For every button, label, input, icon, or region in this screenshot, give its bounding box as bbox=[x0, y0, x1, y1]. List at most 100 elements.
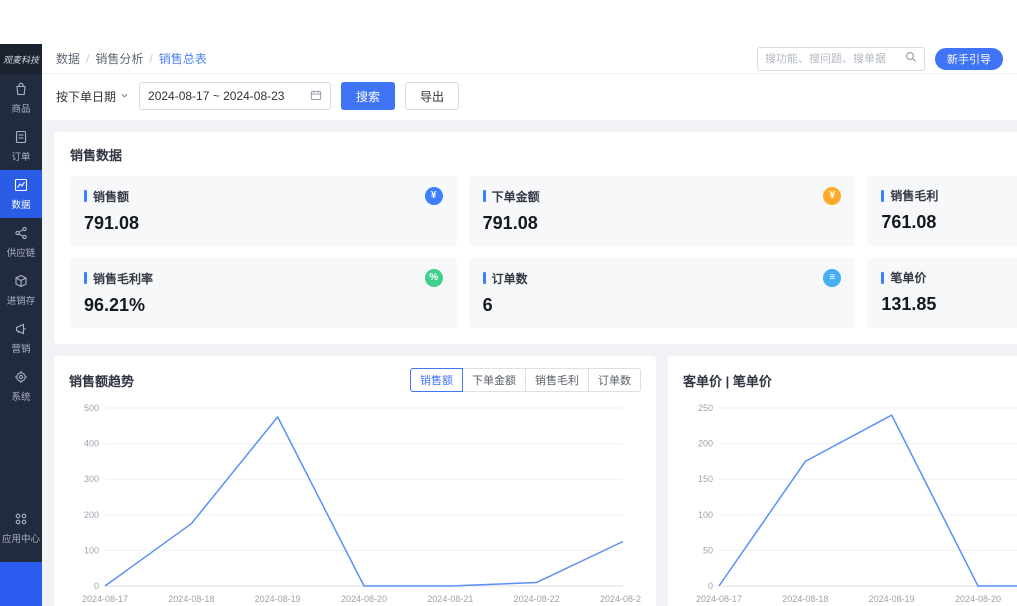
sidebar-item-label: 营销 bbox=[12, 340, 31, 354]
stat-value: 791.08 bbox=[483, 213, 842, 234]
svg-text:2024-08-18: 2024-08-18 bbox=[782, 594, 828, 604]
trend-metric-tabs: 销售额 下单金额 销售毛利 订单数 bbox=[410, 368, 641, 392]
svg-text:300: 300 bbox=[84, 474, 99, 484]
stat-label: 销售额 bbox=[93, 188, 129, 205]
date-type-label: 按下单日期 bbox=[56, 88, 116, 105]
sidebar-item-label: 商品 bbox=[12, 100, 31, 114]
sidebar-item-orders[interactable]: 订单 bbox=[0, 122, 42, 170]
search-icon[interactable] bbox=[905, 51, 917, 66]
top-bar: 数据 / 销售分析 / 销售总表 新手引导 bbox=[42, 44, 1017, 74]
svg-text:2024-08-21: 2024-08-21 bbox=[427, 594, 473, 604]
export-button[interactable]: 导出 bbox=[405, 82, 459, 110]
tab-gross-profit[interactable]: 销售毛利 bbox=[525, 368, 589, 392]
stat-label: 销售毛利率 bbox=[93, 270, 153, 287]
accent-bar bbox=[881, 190, 884, 202]
tab-order-amount[interactable]: 下单金额 bbox=[462, 368, 526, 392]
goods-icon bbox=[13, 81, 29, 97]
tab-order-count[interactable]: 订单数 bbox=[588, 368, 641, 392]
svg-text:400: 400 bbox=[84, 439, 99, 449]
search-button[interactable]: 搜索 bbox=[341, 82, 395, 110]
sidebar-item-label: 供应链 bbox=[7, 244, 36, 258]
search-input[interactable] bbox=[765, 53, 905, 65]
stat-value: 6 bbox=[483, 295, 842, 316]
svg-text:250: 250 bbox=[698, 403, 713, 413]
sidebar-item-label: 系统 bbox=[12, 388, 31, 402]
chevron-down-icon bbox=[120, 89, 129, 103]
top-blank-band bbox=[0, 0, 1017, 44]
breadcrumb-separator: / bbox=[149, 52, 152, 66]
stat-label: 下单金额 bbox=[492, 188, 540, 205]
svg-text:2024-08-18: 2024-08-18 bbox=[168, 594, 214, 604]
svg-text:50: 50 bbox=[703, 545, 713, 555]
sidebar-item-app-center[interactable]: 应用中心 bbox=[0, 504, 42, 552]
svg-text:200: 200 bbox=[84, 510, 99, 520]
system-gear-icon bbox=[13, 369, 29, 385]
date-type-select[interactable]: 按下单日期 bbox=[56, 88, 129, 105]
calendar-icon bbox=[310, 89, 322, 104]
app-center-icon bbox=[13, 511, 29, 527]
date-range-input[interactable]: 2024-08-17 ~ 2024-08-23 bbox=[139, 82, 331, 110]
svg-text:2024-08-19: 2024-08-19 bbox=[869, 594, 915, 604]
percent-icon: % bbox=[425, 269, 443, 287]
stats-title: 销售数据 bbox=[70, 145, 1017, 164]
sidebar-item-label: 订单 bbox=[12, 148, 31, 162]
sales-data-card: 销售数据 销售额 ¥ 791.08 下单金额 bbox=[54, 132, 1017, 344]
sidebar-item-inventory[interactable]: 进销存 bbox=[0, 266, 42, 314]
svg-text:200: 200 bbox=[698, 439, 713, 449]
svg-text:2024-08-19: 2024-08-19 bbox=[255, 594, 301, 604]
sidebar-item-data[interactable]: 数据 bbox=[0, 170, 42, 218]
accent-bar bbox=[483, 272, 486, 284]
accent-bar bbox=[84, 272, 87, 284]
orders-icon bbox=[13, 129, 29, 145]
svg-text:150: 150 bbox=[698, 474, 713, 484]
stat-value: 131.85 bbox=[881, 294, 1017, 315]
stat-card-order-amount: 下单金额 ¥ 791.08 bbox=[469, 176, 856, 246]
svg-text:2024-08-17: 2024-08-17 bbox=[696, 594, 742, 604]
sidebar-item-label: 进销存 bbox=[7, 292, 36, 306]
sidebar-item-supply-chain[interactable]: 供应链 bbox=[0, 218, 42, 266]
breadcrumb-separator: / bbox=[86, 52, 89, 66]
svg-text:2024-08-20: 2024-08-20 bbox=[955, 594, 1001, 604]
charts-row: 销售额趋势 销售额 下单金额 销售毛利 订单数 0100200300400500… bbox=[54, 356, 1017, 606]
brand-logo: 观麦科技 bbox=[0, 44, 42, 74]
breadcrumb-item-current: 销售总表 bbox=[159, 50, 207, 67]
yen-icon: ¥ bbox=[425, 187, 443, 205]
stat-label: 订单数 bbox=[492, 270, 528, 287]
stat-card-sales-amount: 销售额 ¥ 791.08 bbox=[70, 176, 457, 246]
guide-button[interactable]: 新手引导 bbox=[935, 48, 1003, 70]
sidebar-item-system[interactable]: 系统 bbox=[0, 362, 42, 410]
stat-card-per-order-price: 笔单价 131.85 bbox=[867, 258, 1017, 328]
coin-icon: ¥ bbox=[823, 187, 841, 205]
global-search-box[interactable] bbox=[757, 47, 925, 71]
stat-value: 761.08 bbox=[881, 212, 1017, 233]
stat-label: 销售毛利 bbox=[890, 187, 938, 204]
svg-text:0: 0 bbox=[708, 581, 713, 591]
marketing-icon bbox=[13, 321, 29, 337]
sidebar-bottom-button[interactable] bbox=[0, 562, 42, 606]
price-per-order-title: 客单价 | 笔单价 bbox=[683, 371, 772, 390]
tab-sales-amount[interactable]: 销售额 bbox=[410, 368, 463, 392]
sales-trend-line-chart: 01002003004005002024-08-172024-08-182024… bbox=[69, 398, 641, 606]
stat-card-gross-profit: 销售毛利 761.08 bbox=[867, 176, 1017, 246]
svg-text:2024-08-20: 2024-08-20 bbox=[341, 594, 387, 604]
sidebar-item-marketing[interactable]: 营销 bbox=[0, 314, 42, 362]
data-chart-icon bbox=[13, 177, 29, 193]
page-content: 销售数据 销售额 ¥ 791.08 下单金额 bbox=[42, 120, 1017, 606]
date-range-value: 2024-08-17 ~ 2024-08-23 bbox=[148, 89, 284, 103]
sidebar-item-goods[interactable]: 商品 bbox=[0, 74, 42, 122]
svg-text:100: 100 bbox=[698, 510, 713, 520]
accent-bar bbox=[84, 190, 87, 202]
svg-text:2024-08-23: 2024-08-23 bbox=[600, 594, 641, 604]
sales-trend-card: 销售额趋势 销售额 下单金额 销售毛利 订单数 0100200300400500… bbox=[54, 356, 656, 606]
breadcrumb-item[interactable]: 数据 bbox=[56, 50, 80, 67]
price-per-order-line-chart: 0 50 100 150 200 250 2024-08-17 2024-08-18 2024-… bbox=[683, 398, 1017, 606]
order-count-icon: ≡ bbox=[823, 269, 841, 287]
svg-text:0: 0 bbox=[94, 581, 99, 591]
sidebar-item-label: 应用中心 bbox=[2, 530, 40, 544]
breadcrumb-item[interactable]: 销售分析 bbox=[95, 50, 143, 67]
filter-bar: 按下单日期 2024-08-17 ~ 2024-08-23 搜索 导出 bbox=[42, 74, 1017, 120]
stat-grid: 销售额 ¥ 791.08 下单金额 ¥ 791.08 bbox=[70, 176, 1017, 328]
supply-chain-icon bbox=[13, 225, 29, 241]
sidebar-item-label: 数据 bbox=[12, 196, 31, 210]
svg-text:100: 100 bbox=[84, 545, 99, 555]
